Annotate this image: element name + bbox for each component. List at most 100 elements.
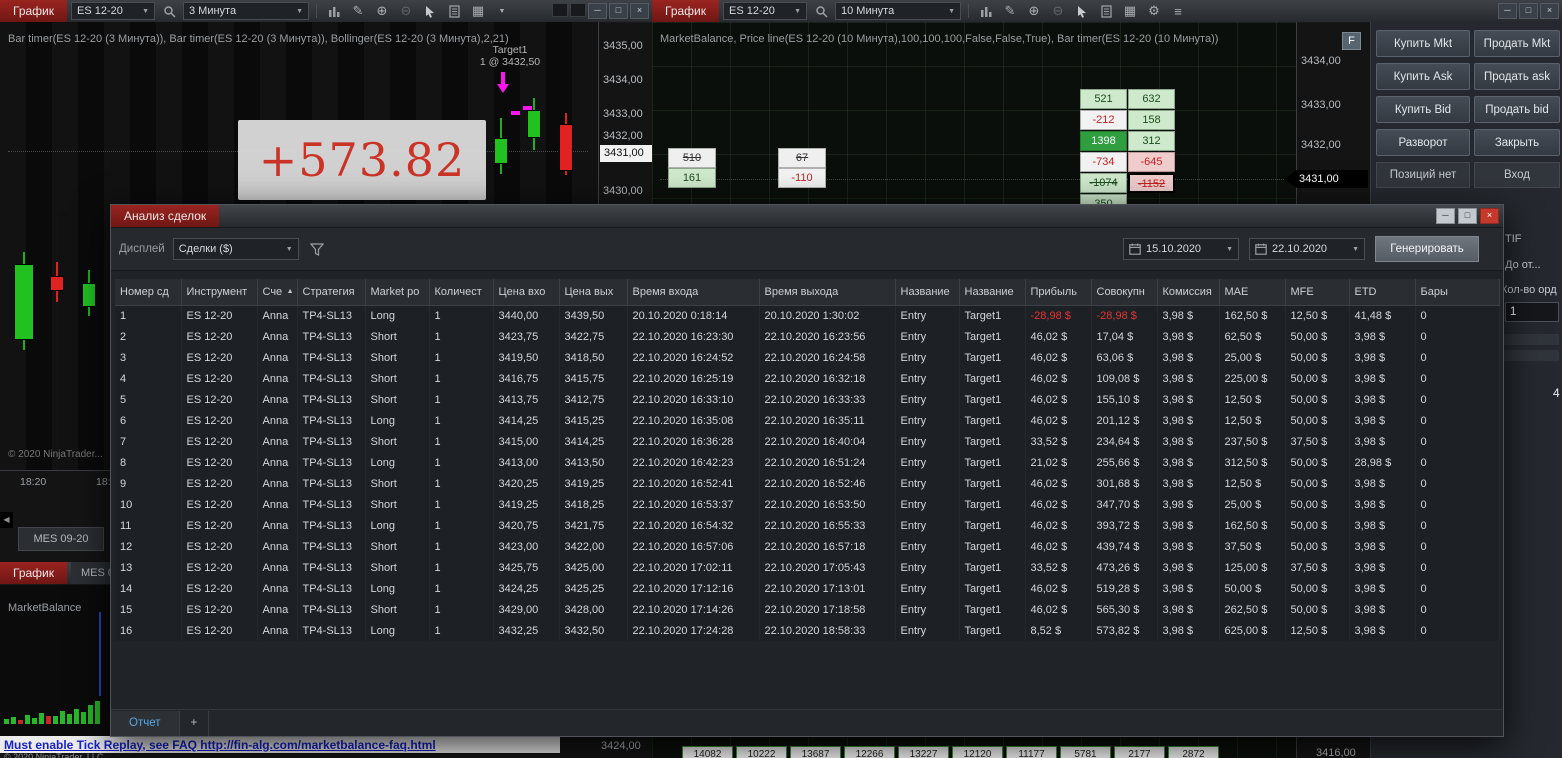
column-header[interactable]: Сче ▲ — [257, 279, 298, 306]
draw-tool-icon[interactable]: ✎ — [1000, 2, 1020, 20]
buy-market-button[interactable]: Купить Mkt — [1376, 30, 1470, 57]
search-icon[interactable] — [811, 2, 831, 20]
minimize-button[interactable]: ─ — [1436, 208, 1455, 224]
draw-tool-icon[interactable]: ✎ — [348, 2, 368, 20]
right-instrument-select[interactable]: ES 12-20 ▼ — [723, 2, 807, 20]
chart-style-icon[interactable] — [324, 2, 344, 20]
column-header[interactable]: Market po — [365, 279, 430, 306]
close-button[interactable]: × — [1540, 3, 1559, 19]
column-header[interactable]: Название — [895, 279, 960, 306]
maximize-button[interactable]: □ — [1519, 3, 1538, 19]
zoom-in-icon[interactable]: ⊕ — [372, 2, 392, 20]
search-icon[interactable] — [159, 2, 179, 20]
maximize-button[interactable]: □ — [609, 3, 628, 19]
quantity-stepper[interactable]: 1 — [1505, 302, 1559, 322]
histogram-bar — [32, 718, 37, 724]
column-header[interactable]: MAE — [1219, 279, 1286, 306]
buy-bid-button[interactable]: Купить Bid — [1376, 96, 1470, 123]
histogram-bar — [81, 712, 86, 724]
trade-row[interactable]: 8 ES 12-20 Anna TP4-SL13 Long 1 3413,00 3413,50… — [115, 452, 1500, 473]
panels-icon[interactable]: ▦ — [468, 2, 488, 20]
panels-icon[interactable]: ▦ — [1120, 2, 1140, 20]
left-timeframe-select[interactable]: 3 Минута ▼ — [183, 2, 309, 20]
data-box-icon[interactable] — [1096, 2, 1116, 20]
trade-row[interactable]: 3 ES 12-20 Anna TP4-SL13 Short 1 3419,50 3418,5… — [115, 347, 1500, 368]
cursor-icon[interactable] — [1072, 2, 1092, 20]
data-box-icon[interactable] — [444, 2, 464, 20]
column-header[interactable]: Цена вхо — [493, 279, 560, 306]
column-header[interactable]: Время входа — [627, 279, 760, 306]
chart-color-icon[interactable] — [552, 3, 568, 17]
gear-icon[interactable]: ⚙ — [1144, 2, 1164, 20]
trade-row[interactable]: 7 ES 12-20 Anna TP4-SL13 Short 1 3415,00 3414,2… — [115, 431, 1500, 452]
left-chart-tab[interactable]: График — [0, 0, 67, 22]
column-header[interactable]: Стратегия — [297, 279, 366, 306]
tif-value[interactable]: До от... — [1505, 259, 1541, 271]
chart-template-icon[interactable] — [570, 3, 586, 17]
zoom-out-icon[interactable]: ⊖ — [1048, 2, 1068, 20]
column-header[interactable]: ETD — [1349, 279, 1416, 306]
pnl-overlay: +573.82 — [238, 120, 486, 200]
collapse-panel-icon[interactable]: ◀ — [0, 512, 13, 528]
sell-market-button[interactable]: Продать Mkt — [1474, 30, 1560, 57]
trade-row[interactable]: 1 ES 12-20 Anna TP4-SL13 Long 1 3440,00 3439,50… — [115, 305, 1500, 326]
cursor-icon[interactable] — [420, 2, 440, 20]
mb-cell: 67 — [778, 148, 826, 168]
trade-row[interactable]: 11 ES 12-20 Anna TP4-SL13 Long 1 3420,75 3421,7… — [115, 515, 1500, 536]
trade-row[interactable]: 2 ES 12-20 Anna TP4-SL13 Short 1 3423,75 3422,7… — [115, 326, 1500, 347]
generate-button[interactable]: Генерировать — [1375, 236, 1479, 262]
right-timeframe-select[interactable]: 10 Минута ▼ — [835, 2, 961, 20]
column-header[interactable]: MFE — [1285, 279, 1350, 306]
tab-report[interactable]: Отчет — [111, 711, 180, 736]
sell-ask-button[interactable]: Продать ask — [1474, 63, 1560, 90]
trade-row[interactable]: 9 ES 12-20 Anna TP4-SL13 Short 1 3420,25 3419,2… — [115, 473, 1500, 494]
status-link[interactable]: Must enable Tick Replay, see FAQ http://… — [0, 738, 436, 752]
panel-row — [1501, 334, 1559, 345]
close-position-button[interactable]: Закрыть — [1474, 129, 1560, 156]
column-header[interactable]: Комиссия — [1157, 279, 1220, 306]
trade-row[interactable]: 5 ES 12-20 Anna TP4-SL13 Short 1 3413,75 3412,7… — [115, 389, 1500, 410]
trade-row[interactable]: 6 ES 12-20 Anna TP4-SL13 Long 1 3414,25 3415,25… — [115, 410, 1500, 431]
column-header[interactable]: Бары — [1415, 279, 1500, 306]
mini-chart-tab[interactable]: График — [0, 562, 67, 584]
date-to-select[interactable]: 22.10.2020 ▼ — [1249, 238, 1365, 260]
column-header[interactable]: Прибыль — [1025, 279, 1092, 306]
list-icon[interactable]: ≡ — [1168, 2, 1188, 20]
trade-row[interactable]: 13 ES 12-20 Anna TP4-SL13 Short 1 3425,75 3425,… — [115, 557, 1500, 578]
left-instrument-select[interactable]: ES 12-20 ▼ — [71, 2, 155, 20]
trade-row[interactable]: 10 ES 12-20 Anna TP4-SL13 Short 1 3419,25 3418,… — [115, 494, 1500, 515]
trade-row[interactable]: 4 ES 12-20 Anna TP4-SL13 Short 1 3416,75 3415,7… — [115, 368, 1500, 389]
right-chart-tab[interactable]: График — [652, 0, 719, 22]
time-tick: 18:20 — [20, 476, 47, 488]
trade-row[interactable]: 15 ES 12-20 Anna TP4-SL13 Short 1 3429,00 3428,… — [115, 599, 1500, 620]
column-header[interactable]: Номер сд — [115, 279, 182, 306]
column-header[interactable]: Инструмент — [181, 279, 258, 306]
minimize-button[interactable]: ─ — [588, 3, 607, 19]
dialog-titlebar[interactable]: Анализ сделок ─ □ × — [111, 205, 1503, 228]
add-tab-button[interactable]: + — [179, 711, 210, 736]
reverse-button[interactable]: Разворот — [1376, 129, 1470, 156]
buy-ask-button[interactable]: Купить Ask — [1376, 63, 1470, 90]
close-button[interactable]: × — [1480, 208, 1499, 224]
trade-row[interactable]: 14 ES 12-20 Anna TP4-SL13 Long 1 3424,25 3425,2… — [115, 578, 1500, 599]
zoom-in-icon[interactable]: ⊕ — [1024, 2, 1044, 20]
maximize-button[interactable]: □ — [1458, 208, 1477, 224]
column-header[interactable]: Цена вых — [559, 279, 628, 306]
column-header[interactable]: Название — [959, 279, 1026, 306]
trade-row[interactable]: 12 ES 12-20 Anna TP4-SL13 Short 1 3423,00 3422,… — [115, 536, 1500, 557]
market-balance-grid: 521 632 -212 158 1398 312 -734 -645 -107… — [1080, 89, 1175, 214]
sell-bid-button[interactable]: Продать bid — [1474, 96, 1560, 123]
display-select[interactable]: Сделки ($) ▼ — [172, 238, 299, 260]
indicators-dropdown-icon[interactable]: ▼ — [492, 2, 512, 20]
column-header[interactable]: Количест — [429, 279, 494, 306]
trade-row[interactable]: 16 ES 12-20 Anna TP4-SL13 Long 1 3432,25 3432,5… — [115, 620, 1500, 641]
instrument-tab-mes[interactable]: MES 09-20 — [18, 527, 104, 551]
filter-icon[interactable] — [307, 240, 327, 258]
chart-style-icon[interactable] — [976, 2, 996, 20]
minimize-button[interactable]: ─ — [1498, 3, 1517, 19]
column-header[interactable]: Время выхода — [759, 279, 896, 306]
column-header[interactable]: Совокупн — [1091, 279, 1158, 306]
zoom-out-icon[interactable]: ⊖ — [396, 2, 416, 20]
close-button[interactable]: × — [630, 3, 649, 19]
date-from-select[interactable]: 15.10.2020 ▼ — [1123, 238, 1239, 260]
